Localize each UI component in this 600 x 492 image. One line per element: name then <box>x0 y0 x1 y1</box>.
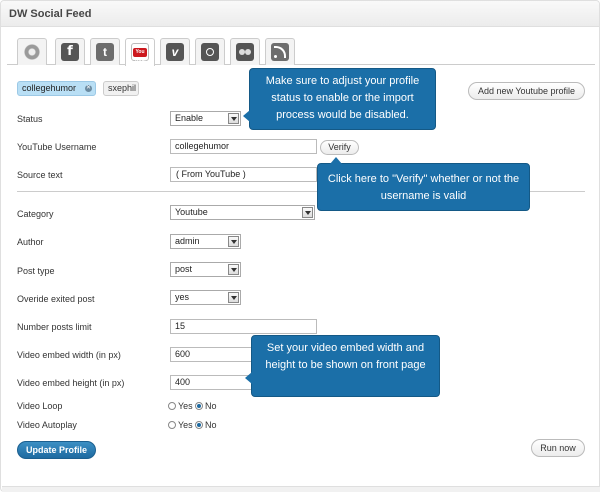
post-type-label: Post type <box>17 266 55 276</box>
embed-height-label: Video embed height (in px) <box>17 378 125 388</box>
source-text-input[interactable]: ( From YouTube ) <box>170 167 317 182</box>
username-label: YouTube Username <box>17 142 97 152</box>
chevron-down-icon <box>228 113 239 124</box>
tab-vimeo[interactable]: v <box>160 38 190 65</box>
posts-limit-label: Number posts limit <box>17 322 92 332</box>
embed-tooltip: Set your video embed width and height to… <box>245 335 440 397</box>
status-label: Status <box>17 114 43 124</box>
author-select-value: admin <box>175 236 200 246</box>
instagram-icon <box>201 43 219 61</box>
embed-width-label: Video embed width (in px) <box>17 350 121 360</box>
tooltip-pointer <box>243 110 250 122</box>
tab-rss[interactable] <box>265 38 295 65</box>
category-select-value: Youtube <box>175 207 208 217</box>
author-label: Author <box>17 237 44 247</box>
tab-flickr[interactable] <box>230 38 260 65</box>
status-tooltip: Make sure to adjust your profile status … <box>243 68 436 130</box>
post-type-select-value: post <box>175 264 193 274</box>
gear-icon <box>23 43 41 61</box>
status-select[interactable]: Enable <box>170 111 241 126</box>
panel-title: DW Social Feed <box>9 8 92 20</box>
rss-icon <box>271 43 289 61</box>
loop-yes-radio[interactable] <box>168 402 176 410</box>
loop-no-label: No <box>205 401 217 411</box>
profile-tag-label: collegehumor <box>22 83 77 93</box>
tooltip-pointer <box>245 372 252 384</box>
override-select[interactable]: yes <box>170 290 241 305</box>
category-select[interactable]: Youtube <box>170 205 315 220</box>
flickr-icon <box>236 43 254 61</box>
status-select-value: Enable <box>175 113 204 123</box>
profile-tag-active[interactable]: collegehumor ✕ <box>17 81 96 96</box>
override-label: Overide exited post <box>17 294 95 304</box>
tab-facebook[interactable]: f <box>55 38 85 65</box>
video-autoplay-label: Video Autoplay <box>17 420 77 430</box>
youtube-icon: You Tube <box>131 43 149 64</box>
autoplay-yes-radio[interactable] <box>168 421 176 429</box>
autoplay-no-radio[interactable] <box>195 421 203 429</box>
video-autoplay-radios: Yes No <box>168 420 228 432</box>
loop-no-radio[interactable] <box>195 402 203 410</box>
loop-yes-label: Yes <box>178 401 193 411</box>
override-select-value: yes <box>175 292 190 302</box>
status-tooltip-text: Make sure to adjust your profile status … <box>265 75 420 121</box>
category-label: Category <box>17 209 54 219</box>
run-now-button[interactable]: Run now <box>531 439 585 457</box>
chevron-down-icon <box>228 236 239 247</box>
update-profile-button[interactable]: Update Profile <box>17 441 96 459</box>
tab-youtube[interactable]: You Tube <box>125 38 155 66</box>
author-select[interactable]: admin <box>170 234 241 249</box>
panel-header: DW Social Feed <box>1 1 599 27</box>
social-feed-panel: DW Social Feed f t You Tube v collegehum… <box>0 0 600 492</box>
chevron-down-icon <box>228 292 239 303</box>
verify-tooltip-text: Click here to "Verify" whether or not th… <box>327 173 520 202</box>
panel-footer <box>2 486 600 492</box>
remove-profile-icon[interactable]: ✕ <box>85 85 92 92</box>
tab-instagram[interactable] <box>195 38 225 65</box>
autoplay-no-label: No <box>205 420 217 430</box>
embed-tooltip-text: Set your video embed width and height to… <box>265 342 426 371</box>
tab-settings[interactable] <box>17 38 47 65</box>
chevron-down-icon <box>228 264 239 275</box>
posts-limit-input[interactable]: 15 <box>170 319 317 334</box>
autoplay-yes-label: Yes <box>178 420 193 430</box>
profile-tag[interactable]: sxephil <box>103 81 139 96</box>
vimeo-icon: v <box>166 43 184 61</box>
chevron-down-icon <box>302 207 313 218</box>
tab-twitter[interactable]: t <box>90 38 120 65</box>
post-type-select[interactable]: post <box>170 262 241 277</box>
tooltip-pointer <box>330 157 342 164</box>
video-loop-label: Video Loop <box>17 401 63 411</box>
verify-button[interactable]: Verify <box>320 140 359 155</box>
verify-tooltip: Click here to "Verify" whether or not th… <box>317 157 530 211</box>
video-loop-radios: Yes No <box>168 401 228 413</box>
facebook-icon: f <box>61 43 79 61</box>
source-text-label: Source text <box>17 170 63 180</box>
add-profile-button[interactable]: Add new Youtube profile <box>468 82 585 100</box>
twitter-icon: t <box>96 43 114 61</box>
username-input[interactable]: collegehumor <box>170 139 317 154</box>
